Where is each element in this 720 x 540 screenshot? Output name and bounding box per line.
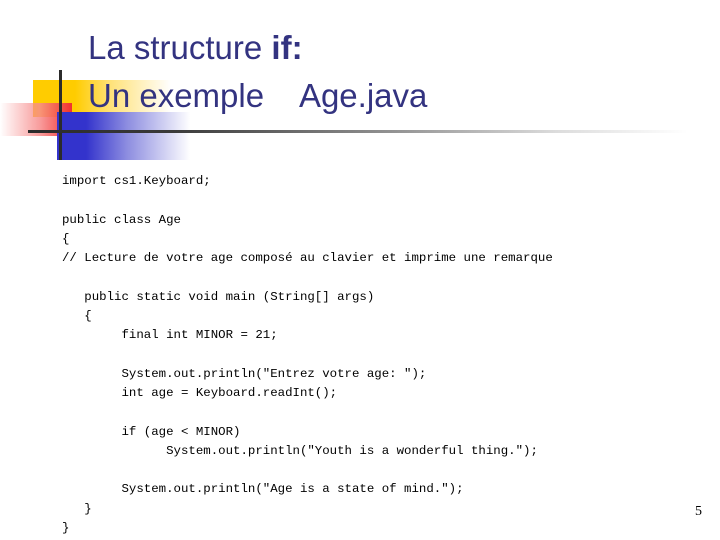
page-number: 5 xyxy=(695,504,702,519)
slide-canvas: La structure if: Un exemple Age.java imp… xyxy=(0,0,720,540)
red-square-decoration xyxy=(0,103,72,136)
title-line1-suffix: : xyxy=(291,29,303,66)
slide-title: La structure if: Un exemple Age.java xyxy=(88,24,708,120)
title-line1-prefix: La structure xyxy=(88,29,272,66)
title-keyword-if: if xyxy=(271,29,292,66)
title-line-1: La structure if: xyxy=(88,29,303,66)
vertical-rule-decoration xyxy=(59,70,62,160)
title-line-2: Un exemple Age.java xyxy=(88,77,428,114)
java-code-listing: import cs1.Keyboard; public class Age { … xyxy=(62,174,553,535)
horizontal-rule-divider xyxy=(28,130,688,133)
